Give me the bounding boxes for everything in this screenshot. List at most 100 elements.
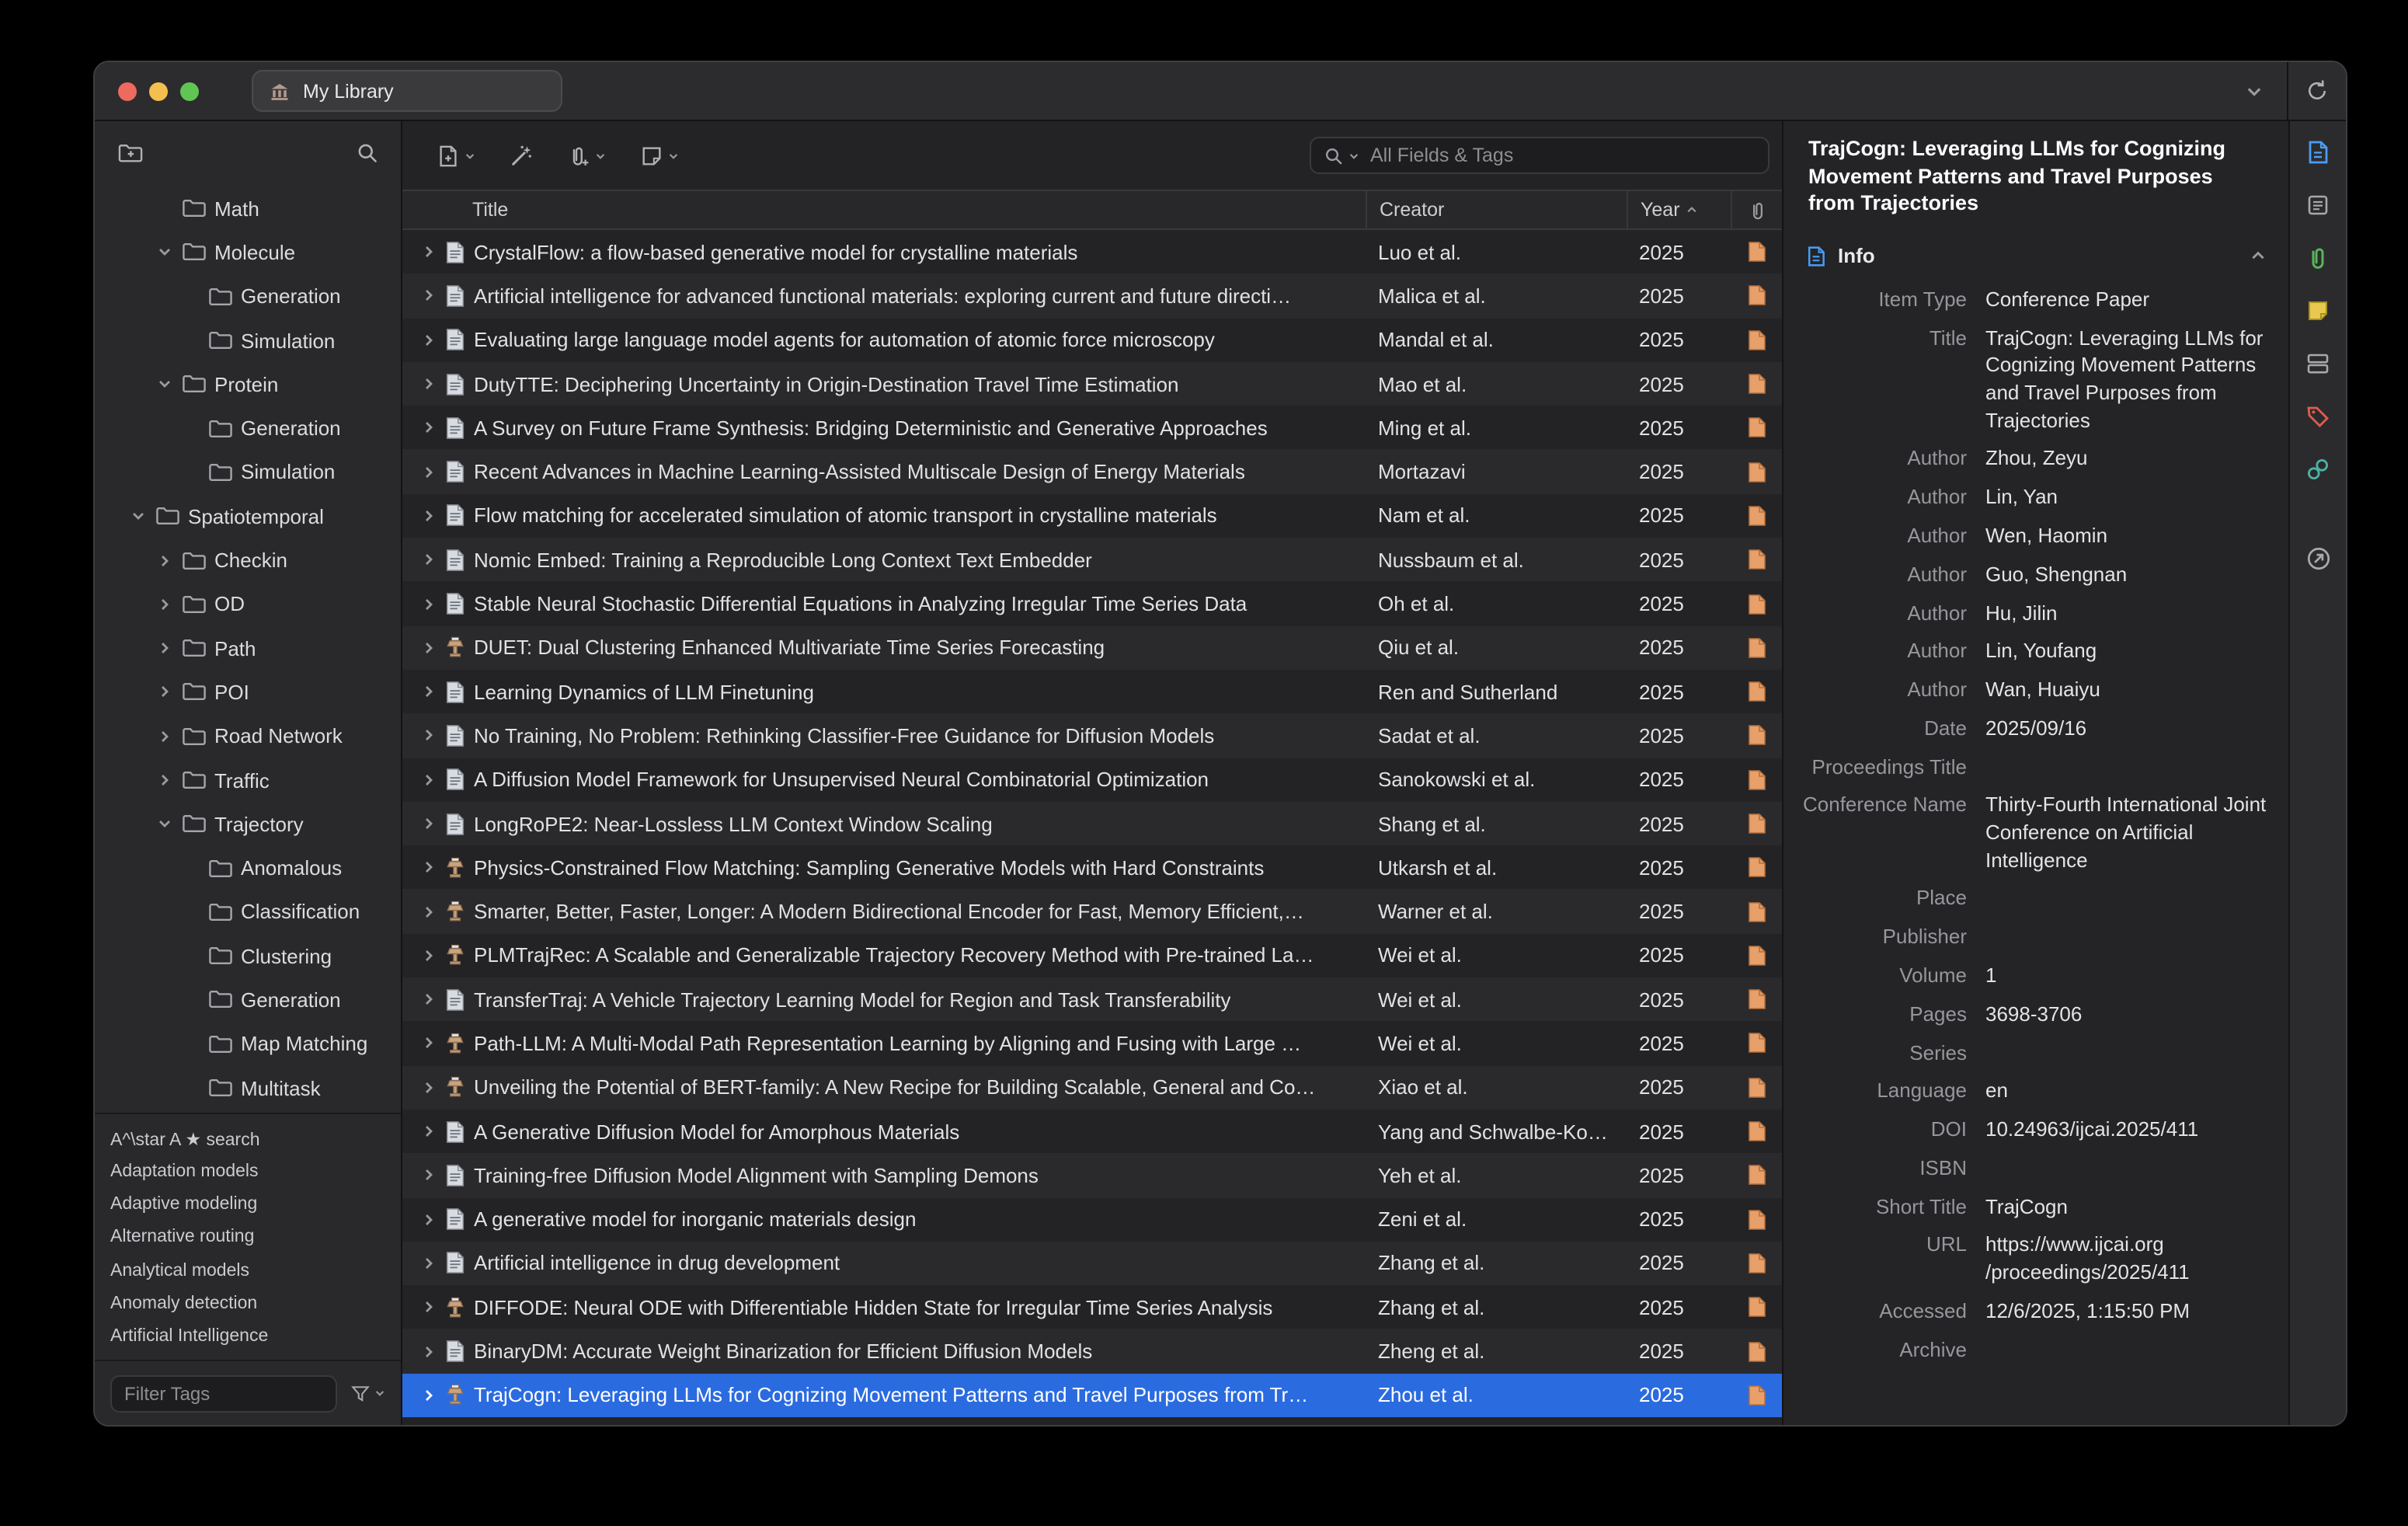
- expand-chevron-icon[interactable]: [421, 596, 437, 611]
- field-value[interactable]: [1985, 885, 2273, 912]
- expand-chevron-icon[interactable]: [421, 640, 437, 656]
- new-item-button[interactable]: [437, 144, 475, 167]
- collection-item[interactable]: Traffic: [95, 758, 401, 803]
- collection-item[interactable]: Generation: [95, 406, 401, 451]
- collection-item[interactable]: Math: [95, 186, 401, 231]
- item-row[interactable]: TransferTraj: A Vehicle Trajectory Learn…: [402, 977, 1782, 1022]
- collection-item[interactable]: Anomalous: [95, 846, 401, 890]
- item-row[interactable]: Artificial intelligence in drug developm…: [402, 1242, 1782, 1286]
- titlebar[interactable]: My Library: [95, 62, 2346, 121]
- collection-item[interactable]: Map Matching: [95, 1022, 401, 1066]
- collection-item[interactable]: Clustering: [95, 934, 401, 978]
- attachments-pane-icon[interactable]: [2304, 244, 2332, 272]
- expand-chevron-icon[interactable]: [421, 816, 437, 831]
- tag-item[interactable]: Adaptation models: [110, 1155, 391, 1188]
- tag-item[interactable]: Artificial Intelligence: [110, 1320, 391, 1353]
- collapse-tab-bar-chevron-icon[interactable]: [2222, 82, 2287, 100]
- collection-item[interactable]: Classification: [95, 890, 401, 935]
- field-value[interactable]: [1985, 753, 2273, 780]
- expand-chevron-icon[interactable]: [421, 288, 437, 304]
- search-input[interactable]: [1364, 145, 1756, 166]
- collection-item[interactable]: Generation: [95, 978, 401, 1023]
- collapse-section-chevron-icon[interactable]: [2250, 247, 2267, 264]
- field-value[interactable]: [1985, 1039, 2273, 1066]
- field-value[interactable]: 10.24963/ijcai.2025/411: [1985, 1116, 2273, 1143]
- chevron-down-icon[interactable]: [155, 377, 174, 392]
- item-row[interactable]: A Generative Diffusion Model for Amorpho…: [402, 1110, 1782, 1154]
- chevron-down-icon[interactable]: [129, 508, 148, 524]
- chevron-right-icon[interactable]: [155, 772, 174, 788]
- expand-chevron-icon[interactable]: [421, 332, 437, 347]
- abstract-pane-icon[interactable]: [2304, 191, 2332, 219]
- field-value[interactable]: [1985, 1155, 2273, 1182]
- field-value[interactable]: Guo, Shengnan: [1985, 561, 2273, 588]
- collection-item[interactable]: Simulation: [95, 319, 401, 363]
- item-row[interactable]: Nomic Embed: Training a Reproducible Lon…: [402, 538, 1782, 582]
- field-value[interactable]: TrajCogn: [1985, 1193, 2273, 1220]
- field-value[interactable]: en: [1985, 1078, 2273, 1105]
- item-row[interactable]: Stable Neural Stochastic Differential Eq…: [402, 582, 1782, 626]
- collection-item[interactable]: Road Network: [95, 714, 401, 758]
- field-value[interactable]: Hu, Jilin: [1985, 599, 2273, 626]
- field-value[interactable]: Conference Paper: [1985, 286, 2273, 313]
- expand-chevron-icon[interactable]: [421, 464, 437, 479]
- tag-item[interactable]: Anomaly detection: [110, 1287, 391, 1319]
- tags-pane-icon[interactable]: [2304, 402, 2332, 430]
- chevron-right-icon[interactable]: [155, 685, 174, 700]
- expand-chevron-icon[interactable]: [421, 1124, 437, 1139]
- field-value[interactable]: Wan, Huaiyu: [1985, 676, 2273, 703]
- field-value[interactable]: 12/6/2025, 1:15:50 PM: [1985, 1298, 2273, 1325]
- library-tab[interactable]: My Library: [252, 70, 562, 112]
- collection-item[interactable]: Protein: [95, 362, 401, 406]
- item-row[interactable]: LongRoPE2: Near-Lossless LLM Context Win…: [402, 802, 1782, 846]
- column-header-attachment[interactable]: [1731, 191, 1782, 228]
- zoom-window-button[interactable]: [180, 82, 199, 100]
- field-value[interactable]: 3698-3706: [1985, 1001, 2273, 1028]
- expand-chevron-icon[interactable]: [421, 420, 437, 436]
- expand-chevron-icon[interactable]: [421, 1388, 437, 1403]
- new-attachment-button[interactable]: [567, 144, 606, 167]
- tag-item[interactable]: A^\star A ★ search: [110, 1122, 391, 1155]
- expand-chevron-icon[interactable]: [421, 1300, 437, 1315]
- collection-item[interactable]: Molecule: [95, 231, 401, 275]
- collections-search-icon[interactable]: [356, 141, 379, 164]
- add-by-identifier-button[interactable]: [510, 144, 533, 167]
- locate-button[interactable]: [2304, 544, 2332, 572]
- item-row[interactable]: TrajCogn: Leveraging LLMs for Cognizing …: [402, 1373, 1782, 1417]
- search-box[interactable]: [1310, 137, 1769, 174]
- expand-chevron-icon[interactable]: [421, 772, 437, 787]
- field-value[interactable]: TrajCogn: Leveraging LLMs for Cognizing …: [1985, 325, 2273, 434]
- expand-chevron-icon[interactable]: [421, 508, 437, 524]
- collection-item[interactable]: Simulation: [95, 451, 401, 495]
- item-row[interactable]: DIFFODE: Neural ODE with Differentiable …: [402, 1285, 1782, 1329]
- field-value[interactable]: [1985, 923, 2273, 950]
- item-row[interactable]: A Survey on Future Frame Synthesis: Brid…: [402, 406, 1782, 450]
- collection-item[interactable]: Path: [95, 626, 401, 671]
- column-header-title[interactable]: Title: [402, 191, 1366, 228]
- item-row[interactable]: Path-LLM: A Multi-Modal Path Representat…: [402, 1022, 1782, 1066]
- info-section-header[interactable]: Info: [1783, 234, 2288, 277]
- field-value[interactable]: https://www.ijcai.org /proceedings/2025/…: [1985, 1232, 2273, 1286]
- expand-chevron-icon[interactable]: [421, 552, 437, 567]
- item-row[interactable]: Unveiling the Potential of BERT-family: …: [402, 1065, 1782, 1110]
- expand-chevron-icon[interactable]: [421, 1211, 437, 1227]
- field-value[interactable]: Lin, Yan: [1985, 483, 2273, 510]
- item-row[interactable]: Recent Advances in Machine Learning-Assi…: [402, 450, 1782, 494]
- expand-chevron-icon[interactable]: [421, 684, 437, 699]
- collection-item[interactable]: Generation: [95, 274, 401, 319]
- item-row[interactable]: No Training, No Problem: Rethinking Clas…: [402, 714, 1782, 758]
- expand-chevron-icon[interactable]: [421, 1343, 437, 1359]
- field-value[interactable]: Lin, Youfang: [1985, 638, 2273, 665]
- item-row[interactable]: A Diffusion Model Framework for Unsuperv…: [402, 758, 1782, 802]
- item-row[interactable]: Artificial intelligence for advanced fun…: [402, 274, 1782, 319]
- chevron-right-icon[interactable]: [155, 552, 174, 568]
- item-row[interactable]: Smarter, Better, Faster, Longer: A Moder…: [402, 890, 1782, 934]
- item-row[interactable]: Learning Dynamics of LLM FinetuningRen a…: [402, 670, 1782, 714]
- info-pane-icon[interactable]: [2304, 138, 2332, 166]
- tag-item[interactable]: Analytical models: [110, 1254, 391, 1287]
- column-header-creator[interactable]: Creator: [1366, 191, 1627, 228]
- collection-item[interactable]: Multitask: [95, 1066, 401, 1110]
- chevron-right-icon[interactable]: [155, 728, 174, 744]
- item-row[interactable]: DutyTTE: Deciphering Uncertainty in Orig…: [402, 362, 1782, 406]
- tag-filter-input[interactable]: [110, 1374, 337, 1412]
